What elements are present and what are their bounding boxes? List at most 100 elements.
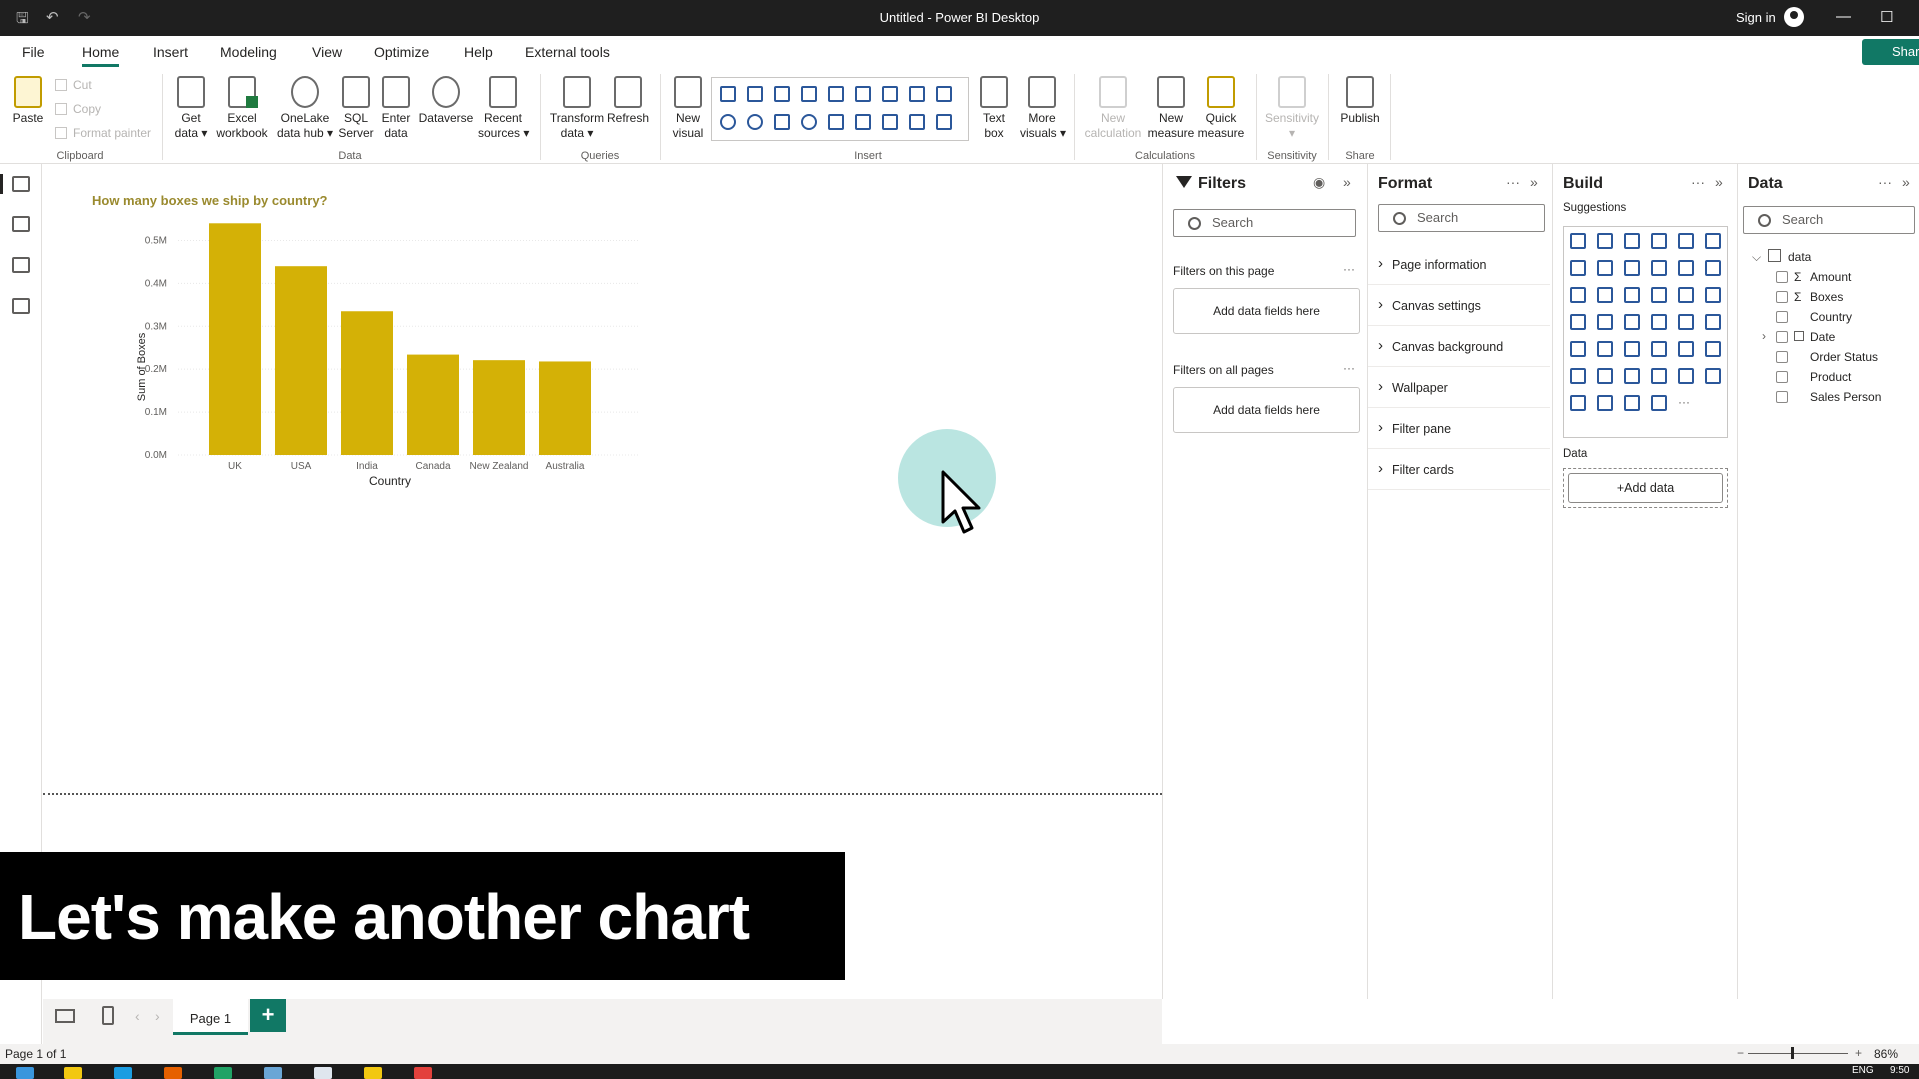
donut-chart-icon[interactable] bbox=[747, 114, 763, 130]
azure-map-icon[interactable] bbox=[1651, 314, 1667, 330]
collapse-data-icon[interactable]: » bbox=[1902, 174, 1910, 190]
new-visual-button[interactable]: New visual bbox=[668, 76, 708, 141]
store-icon[interactable] bbox=[314, 1067, 332, 1079]
bar[interactable] bbox=[209, 223, 261, 455]
tab-optimize[interactable]: Optimize bbox=[374, 44, 429, 60]
field-checkbox[interactable] bbox=[1776, 351, 1788, 363]
stacked-column-icon[interactable] bbox=[747, 86, 763, 102]
kpi-icon[interactable] bbox=[1597, 341, 1613, 357]
section-page-information[interactable]: Page information bbox=[1368, 244, 1550, 285]
report-view-icon[interactable] bbox=[0, 174, 30, 194]
field-checkbox[interactable] bbox=[1776, 331, 1788, 343]
donut-icon[interactable] bbox=[1678, 287, 1694, 303]
bar[interactable] bbox=[407, 354, 459, 455]
transform-data-button[interactable]: Transform data ▾ bbox=[548, 76, 606, 141]
r-script-icon[interactable] bbox=[1705, 341, 1721, 357]
pie-chart-icon[interactable] bbox=[720, 114, 736, 130]
filled-map-icon[interactable] bbox=[1597, 314, 1613, 330]
metrics-icon[interactable] bbox=[1624, 395, 1640, 411]
add-page-button[interactable]: + bbox=[250, 999, 286, 1032]
map-icon[interactable] bbox=[801, 114, 817, 130]
sensitivity-button[interactable]: Sensitivity ▾ bbox=[1262, 76, 1322, 141]
key-influencers-icon[interactable] bbox=[1597, 368, 1613, 384]
minimize-icon[interactable]: — bbox=[1836, 8, 1851, 25]
refresh-button[interactable]: Refresh bbox=[606, 76, 650, 126]
more-options-icon[interactable]: ··· bbox=[1506, 174, 1520, 190]
treemap-icon[interactable] bbox=[1705, 287, 1721, 303]
paste-button[interactable]: Paste bbox=[10, 76, 46, 126]
edge-icon[interactable] bbox=[114, 1067, 132, 1079]
visual-gallery[interactable] bbox=[711, 77, 969, 141]
power-automate-icon[interactable] bbox=[1597, 395, 1613, 411]
field-checkbox[interactable] bbox=[1776, 391, 1788, 403]
publish-button[interactable]: Publish bbox=[1336, 76, 1384, 126]
tab-external-tools[interactable]: External tools bbox=[525, 44, 610, 60]
cut-button[interactable]: Cut bbox=[55, 78, 92, 92]
tab-help[interactable]: Help bbox=[464, 44, 493, 60]
stacked-bar-icon[interactable] bbox=[1570, 233, 1586, 249]
table-data-label[interactable]: data bbox=[1788, 250, 1811, 264]
table-icon[interactable] bbox=[1651, 341, 1667, 357]
scatter-icon[interactable] bbox=[1624, 287, 1640, 303]
clustered-column-icon[interactable] bbox=[1651, 233, 1667, 249]
filters-search-input[interactable]: Search bbox=[1173, 209, 1356, 237]
card-icon[interactable] bbox=[855, 114, 871, 130]
format-search-input[interactable]: Search bbox=[1378, 204, 1545, 232]
more-icon[interactable]: ··· bbox=[1678, 395, 1694, 411]
more-visuals-button[interactable]: More visuals ▾ bbox=[1020, 76, 1066, 141]
qa-icon[interactable] bbox=[1651, 368, 1667, 384]
recent-sources-button[interactable]: Recent sources ▾ bbox=[478, 76, 529, 141]
collapse-build-icon[interactable]: » bbox=[1715, 174, 1723, 190]
stacked-area-icon[interactable] bbox=[1624, 260, 1640, 276]
stacked-column-100-icon[interactable] bbox=[855, 86, 871, 102]
chevron-down-icon[interactable]: ⌵ bbox=[1752, 250, 1761, 265]
stacked-bar-icon[interactable] bbox=[720, 86, 736, 102]
previous-page-icon[interactable]: ‹ bbox=[135, 1008, 140, 1024]
funnel-icon[interactable] bbox=[1597, 287, 1613, 303]
new-calculation-button[interactable]: New calculation bbox=[1080, 76, 1146, 141]
excel-workbook-button[interactable]: Excel workbook bbox=[214, 76, 270, 141]
sign-in-link[interactable]: Sign in bbox=[1736, 10, 1776, 25]
map-icon[interactable] bbox=[1570, 314, 1586, 330]
field-checkbox[interactable] bbox=[1776, 271, 1788, 283]
table-view-icon[interactable] bbox=[12, 216, 30, 232]
format-painter-button[interactable]: Format painter bbox=[55, 126, 151, 140]
mobile-layout-icon[interactable] bbox=[102, 1006, 114, 1025]
bar-chart[interactable]: 0.0M 0.1M 0.2M 0.3M 0.4M 0.5M UK USA India Canada… bbox=[83, 204, 643, 724]
bar[interactable] bbox=[473, 360, 525, 455]
firefox-icon[interactable] bbox=[164, 1067, 182, 1079]
bar[interactable] bbox=[275, 266, 327, 455]
quick-measure-button[interactable]: Quick measure bbox=[1196, 76, 1246, 141]
page-filters-dropzone[interactable]: Add data fields here bbox=[1173, 288, 1360, 334]
multirow-card-icon[interactable] bbox=[882, 114, 898, 130]
eye-icon[interactable]: ◉ bbox=[1313, 174, 1325, 191]
section-filter-pane[interactable]: Filter pane bbox=[1368, 408, 1550, 449]
stacked-bar-100-icon[interactable] bbox=[1678, 233, 1694, 249]
all-pages-filters-dropzone[interactable]: Add data fields here bbox=[1173, 387, 1360, 433]
account-icon[interactable] bbox=[1784, 7, 1804, 27]
line-stacked-column-icon[interactable] bbox=[1651, 260, 1667, 276]
tab-home[interactable]: Home bbox=[82, 44, 120, 67]
power-apps-icon[interactable] bbox=[1570, 395, 1586, 411]
tab-modeling[interactable]: Modeling bbox=[220, 44, 277, 60]
model-view-icon[interactable] bbox=[12, 257, 30, 273]
more-options-icon[interactable]: ··· bbox=[1343, 262, 1355, 276]
more-options-icon[interactable]: ··· bbox=[1343, 361, 1355, 375]
waterfall-icon[interactable] bbox=[1570, 287, 1586, 303]
chevron-right-icon[interactable]: › bbox=[1762, 329, 1766, 343]
stacked-column-icon[interactable] bbox=[1597, 233, 1613, 249]
desktop-layout-icon[interactable] bbox=[55, 1009, 75, 1023]
table-visual-icon[interactable] bbox=[909, 114, 925, 130]
bar[interactable] bbox=[341, 311, 393, 455]
matrix-icon[interactable] bbox=[1678, 341, 1694, 357]
zoom-slider-thumb[interactable] bbox=[1791, 1047, 1794, 1059]
report-canvas[interactable]: How many boxes we ship by country? 0.0M 0… bbox=[0, 164, 1162, 999]
line-icon[interactable] bbox=[1570, 260, 1586, 276]
add-data-button[interactable]: +Add data bbox=[1568, 473, 1723, 503]
slicer-icon[interactable] bbox=[1624, 341, 1640, 357]
get-data-button[interactable]: Get data ▾ bbox=[170, 76, 212, 141]
sql-server-button[interactable]: SQL Server bbox=[338, 76, 374, 141]
data-search-input[interactable]: Search bbox=[1743, 206, 1915, 234]
zoom-out-icon[interactable]: − bbox=[1737, 1046, 1744, 1060]
collapse-format-icon[interactable]: » bbox=[1530, 174, 1538, 190]
